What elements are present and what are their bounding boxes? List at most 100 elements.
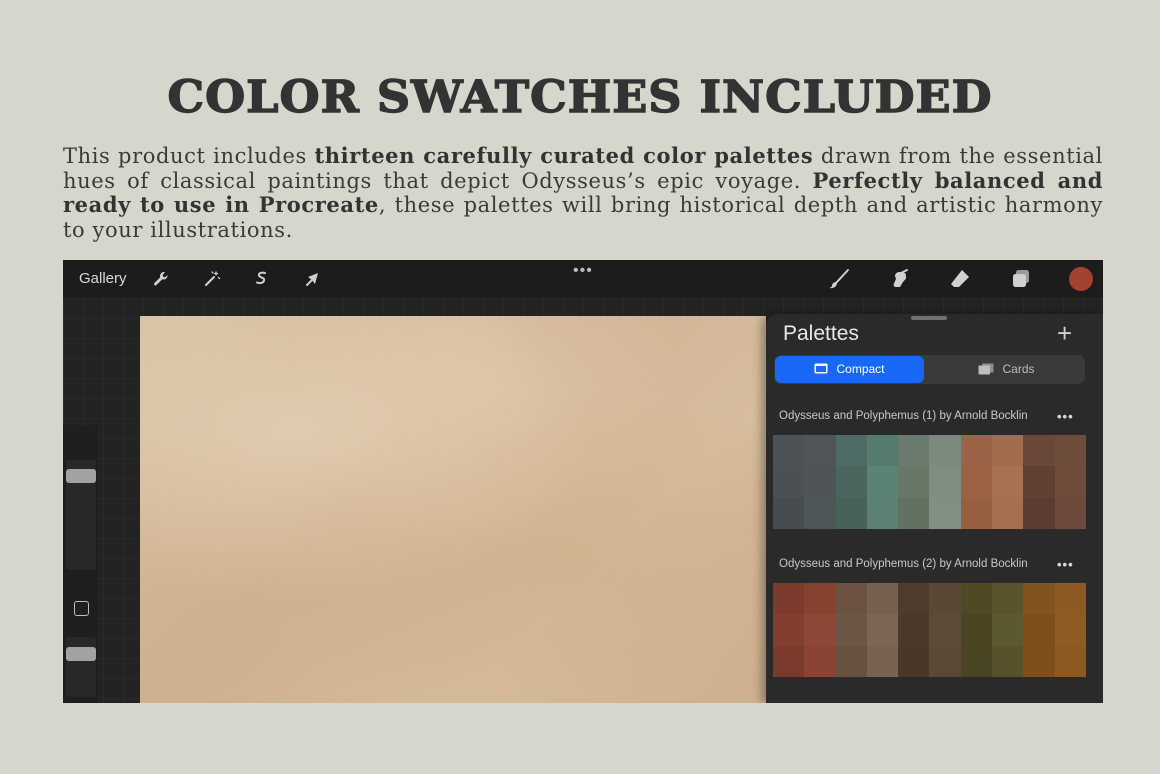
cards-view-icon	[978, 363, 994, 375]
color-swatch[interactable]	[804, 645, 836, 677]
left-sidebar	[63, 425, 98, 703]
intro-bold-1: thirteen carefully curated color palette…	[314, 143, 814, 168]
color-swatch[interactable]	[1023, 435, 1055, 467]
color-swatch[interactable]	[804, 614, 836, 646]
color-swatch[interactable]	[804, 435, 836, 467]
add-palette-button[interactable]: +	[1057, 318, 1072, 349]
color-swatch[interactable]	[1054, 466, 1086, 498]
opacity-handle[interactable]	[66, 647, 96, 661]
brush-icon[interactable]	[827, 267, 851, 291]
color-swatch[interactable]	[960, 497, 993, 529]
color-swatch[interactable]	[773, 435, 805, 467]
color-swatch[interactable]	[1023, 583, 1055, 615]
tab-compact-label: Compact	[836, 362, 885, 376]
palette-title-2[interactable]: Odysseus and Polyphemus (2) by Arnold Bo…	[779, 558, 1028, 570]
color-swatch[interactable]	[1023, 614, 1055, 646]
color-swatch[interactable]	[804, 497, 836, 529]
palette-1-more-button[interactable]: •••	[1057, 409, 1074, 424]
color-swatch[interactable]	[1023, 497, 1055, 529]
color-swatch[interactable]	[866, 497, 899, 529]
compact-view-icon	[814, 363, 828, 374]
color-swatch[interactable]	[835, 583, 867, 615]
color-swatch[interactable]	[898, 614, 930, 646]
color-swatch[interactable]	[866, 583, 899, 615]
color-swatch[interactable]	[898, 466, 930, 498]
color-swatch[interactable]	[929, 466, 961, 498]
intro-paragraph: This product includes thirteen carefully…	[63, 143, 1103, 242]
headline: COLOR SWATCHES INCLUDED	[167, 71, 993, 124]
color-swatch[interactable]	[866, 614, 899, 646]
color-swatch[interactable]	[960, 645, 993, 677]
color-swatch[interactable]	[773, 466, 805, 498]
gallery-button[interactable]: Gallery	[79, 270, 127, 287]
color-swatch[interactable]	[898, 435, 930, 467]
tab-cards-label: Cards	[1002, 362, 1035, 376]
panel-grabber[interactable]	[911, 316, 947, 320]
smudge-icon[interactable]	[888, 267, 912, 291]
color-swatch[interactable]	[898, 645, 930, 677]
modify-button[interactable]	[74, 601, 89, 616]
color-swatch[interactable]	[1054, 614, 1086, 646]
wrench-icon[interactable]	[151, 269, 171, 289]
layers-icon[interactable]	[1009, 267, 1033, 291]
color-swatch[interactable]	[835, 645, 867, 677]
color-swatch[interactable]	[835, 497, 867, 529]
palette-2-swatches	[773, 583, 1086, 677]
color-swatch[interactable]	[992, 614, 1024, 646]
palettes-panel: Palettes + Compact Cards Odysseus and Po…	[766, 314, 1103, 703]
color-swatch[interactable]	[866, 645, 899, 677]
procreate-screenshot: Gallery ••• Palettes + Compact Cards Ody…	[63, 260, 1103, 703]
color-swatch[interactable]	[929, 645, 961, 677]
color-swatch[interactable]	[1023, 466, 1055, 498]
opacity-slider[interactable]	[66, 637, 96, 697]
paper-canvas[interactable]	[140, 316, 766, 703]
selection-icon[interactable]	[252, 269, 272, 289]
transform-arrow-icon[interactable]	[303, 269, 323, 289]
intro-text-1: This product includes	[63, 144, 315, 168]
color-swatch[interactable]	[992, 645, 1024, 677]
brush-size-handle[interactable]	[66, 469, 96, 483]
color-swatch[interactable]	[1023, 645, 1055, 677]
color-swatch[interactable]	[960, 466, 993, 498]
color-swatch[interactable]	[992, 466, 1024, 498]
color-swatch[interactable]	[992, 435, 1024, 467]
color-swatch[interactable]	[835, 614, 867, 646]
color-swatch[interactable]	[929, 614, 961, 646]
color-swatch[interactable]	[866, 466, 899, 498]
eraser-icon[interactable]	[948, 267, 972, 291]
color-swatch[interactable]	[898, 583, 930, 615]
color-swatch[interactable]	[960, 614, 993, 646]
color-swatch[interactable]	[866, 435, 899, 467]
top-toolbar: Gallery •••	[63, 260, 1103, 298]
toolbar-more-icon[interactable]: •••	[573, 262, 593, 280]
color-swatch[interactable]	[773, 583, 805, 615]
current-color-swatch[interactable]	[1069, 267, 1093, 291]
palette-2-more-button[interactable]: •••	[1057, 557, 1074, 572]
palette-1-swatches	[773, 435, 1086, 529]
color-swatch[interactable]	[929, 497, 961, 529]
color-swatch[interactable]	[1054, 497, 1086, 529]
tab-cards[interactable]: Cards	[929, 356, 1084, 383]
color-swatch[interactable]	[835, 435, 867, 467]
color-swatch[interactable]	[773, 645, 805, 677]
magic-wand-icon[interactable]	[202, 269, 222, 289]
color-swatch[interactable]	[835, 466, 867, 498]
color-swatch[interactable]	[929, 435, 961, 467]
tab-compact[interactable]: Compact	[775, 356, 924, 383]
color-swatch[interactable]	[1054, 583, 1086, 615]
color-swatch[interactable]	[1054, 645, 1086, 677]
color-swatch[interactable]	[960, 435, 993, 467]
color-swatch[interactable]	[992, 497, 1024, 529]
color-swatch[interactable]	[929, 583, 961, 615]
view-mode-segmented-control: Compact Cards	[774, 355, 1085, 384]
color-swatch[interactable]	[804, 583, 836, 615]
palette-title-1[interactable]: Odysseus and Polyphemus (1) by Arnold Bo…	[779, 410, 1028, 422]
color-swatch[interactable]	[960, 583, 993, 615]
color-swatch[interactable]	[898, 497, 930, 529]
color-swatch[interactable]	[992, 583, 1024, 615]
color-swatch[interactable]	[773, 614, 805, 646]
color-swatch[interactable]	[773, 497, 805, 529]
color-swatch[interactable]	[1054, 435, 1086, 467]
color-swatch[interactable]	[804, 466, 836, 498]
panel-title: Palettes	[783, 322, 859, 345]
